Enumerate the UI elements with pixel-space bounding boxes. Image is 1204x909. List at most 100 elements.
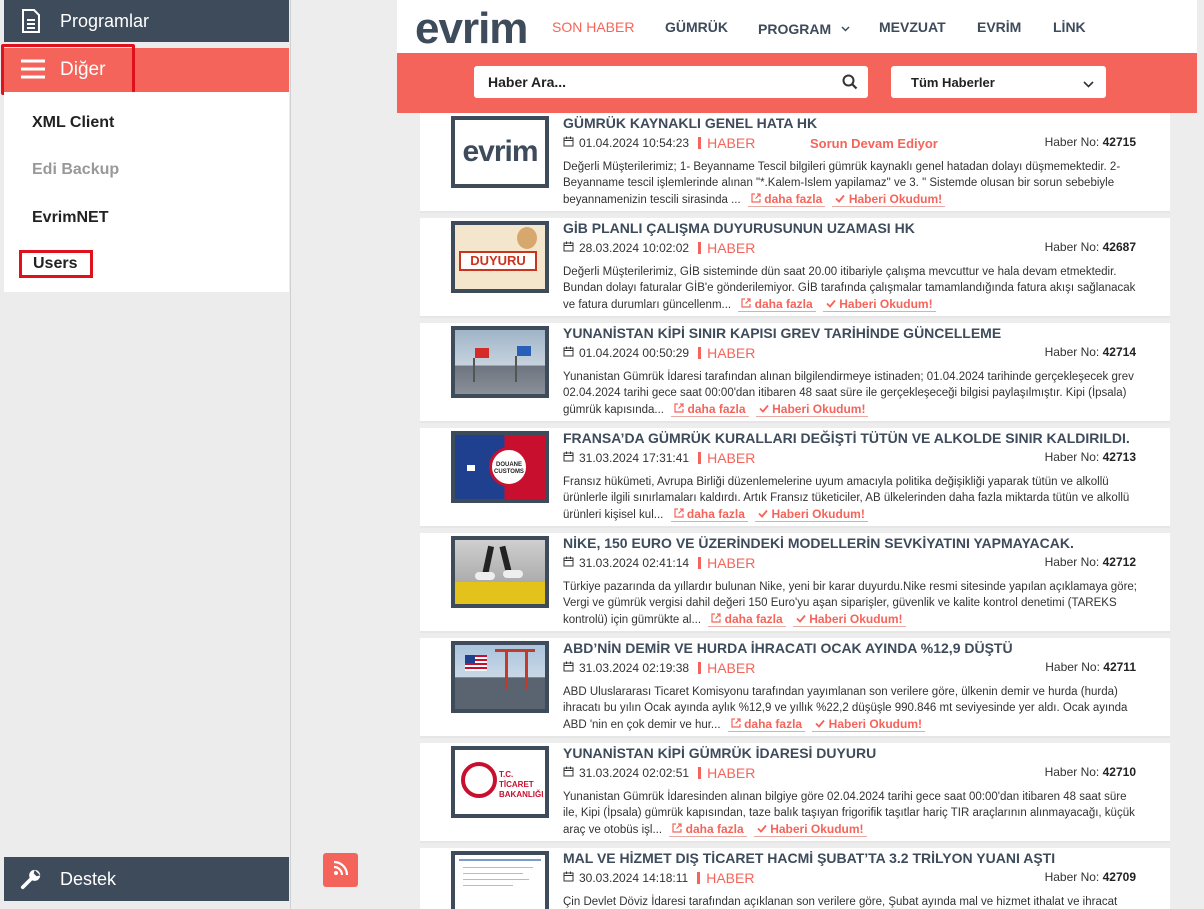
mark-read-link[interactable]: Haberi Okudum! xyxy=(822,297,936,312)
news-summary: Yunanistan Gümrük İdaresi tarafından alı… xyxy=(563,369,1138,418)
news-kind: HABER xyxy=(707,135,756,151)
read-more-link[interactable]: daha fazla xyxy=(738,297,816,312)
sidebar-destek-label: Destek xyxy=(60,868,117,889)
mark-read-link[interactable]: Haberi Okudum! xyxy=(755,507,868,522)
news-number-label: Haber No: xyxy=(1044,345,1100,359)
news-number: Haber No: 42709 xyxy=(1045,870,1136,884)
mark-read-link[interactable]: Haberi Okudum! xyxy=(792,612,906,627)
news-title[interactable]: GİB PLANLI ÇALIŞMA DUYURUSUNUN UZAMASI H… xyxy=(563,220,915,236)
news-title[interactable]: YUNANİSTAN KİPİ SINIR KAPISI GREV TARİHİ… xyxy=(563,325,1001,341)
news-meta: 31.03.2024 02:19:38 HABER xyxy=(563,660,755,676)
sidebar-diger[interactable]: Diğer xyxy=(1,44,289,95)
news-summary: Yunanistan Gümrük İdaresinden alınan bil… xyxy=(563,789,1138,838)
news-number-label: Haber No: xyxy=(1044,450,1100,464)
sidebar-item-edi-backup[interactable]: Edi Backup xyxy=(32,161,119,179)
mark-read-link[interactable]: Haberi Okudum! xyxy=(812,717,926,732)
news-thumbnail[interactable]: evrim xyxy=(451,116,549,188)
nav-gumruk[interactable]: GÜMRÜK xyxy=(665,19,728,35)
read-more-link[interactable]: daha fazla xyxy=(708,612,786,627)
news-kind: HABER xyxy=(707,345,756,361)
nav-mevzuat[interactable]: MEVZUAT xyxy=(879,19,946,35)
read-more-link[interactable]: daha fazla xyxy=(671,402,749,417)
news-number-value: 42714 xyxy=(1102,345,1136,359)
news-date: 01.04.2024 00:50:29 xyxy=(579,346,690,360)
read-more-link[interactable]: daha fazla xyxy=(727,717,806,732)
news-summary: Fransız hükümeti, Avrupa Birliği düzenle… xyxy=(563,474,1138,523)
sidebar-item-users[interactable]: Users xyxy=(19,250,93,278)
news-kind: HABER xyxy=(706,870,755,886)
calendar-icon xyxy=(563,346,574,360)
news-number-label: Haber No: xyxy=(1044,555,1100,569)
news-item: MAL VE HİZMET DIŞ TİCARET HACMİ ŞUBAT’TA… xyxy=(420,848,1170,909)
news-title[interactable]: FRANSA’DA GÜMRÜK KURALLARI DEĞİŞTİ TÜTÜN… xyxy=(563,430,1130,446)
news-summary: Türkiye pazarında da yıllardır bulunan N… xyxy=(563,579,1138,628)
sidebar-item-evrimnet[interactable]: EvrimNET xyxy=(32,209,108,227)
news-date: 30.03.2024 14:18:11 xyxy=(579,871,689,885)
read-more-label: daha fazla xyxy=(685,822,744,836)
read-more-label: daha fazla xyxy=(764,192,823,206)
news-meta: 30.03.2024 14:18:11 HABER xyxy=(563,870,754,886)
news-filter-value: Tüm Haberler xyxy=(911,75,995,90)
read-more-label: daha fazla xyxy=(686,507,745,521)
news-filter-select[interactable]: Tüm Haberler xyxy=(891,66,1106,98)
news-summary: ABD Uluslararası Ticaret Komisyonu taraf… xyxy=(563,684,1138,733)
rss-button[interactable] xyxy=(323,853,358,887)
mark-read-link[interactable]: Haberi Okudum! xyxy=(753,822,867,837)
news-item: NİKE, 150 EURO VE ÜZERİNDEKİ MODELLERİN … xyxy=(420,533,1170,633)
news-number-value: 42715 xyxy=(1102,135,1136,149)
news-number-label: Haber No: xyxy=(1044,135,1100,149)
news-date: 31.03.2024 02:41:14 xyxy=(579,556,690,570)
mark-read-label: Haberi Okudum! xyxy=(809,612,903,626)
news-meta: 31.03.2024 02:02:51 HABER xyxy=(563,765,755,781)
news-number-value: 42711 xyxy=(1103,660,1136,674)
calendar-icon xyxy=(563,871,574,885)
news-thumbnail[interactable]: DOUANE CUSTOMS xyxy=(451,431,549,503)
read-more-link[interactable]: daha fazla xyxy=(670,507,748,522)
chevron-down-icon xyxy=(1083,76,1094,91)
thumb-ticaret-text: T.C. TİCARET BAKANLIĞI xyxy=(499,770,544,799)
news-meta: 01.04.2024 10:54:23 HABER xyxy=(563,135,755,151)
news-number: Haber No: 42710 xyxy=(1045,765,1136,779)
news-thumbnail[interactable] xyxy=(451,326,549,398)
news-thumbnail[interactable] xyxy=(451,851,549,909)
read-more-link[interactable]: daha fazla xyxy=(669,822,747,837)
sidebar: Programlar Diğer XML Client Edi Backup E… xyxy=(0,0,291,909)
rss-icon xyxy=(333,860,349,881)
sidebar-destek[interactable]: Destek xyxy=(4,857,289,901)
read-more-label: daha fazla xyxy=(687,402,746,416)
chevron-down-icon xyxy=(841,19,850,35)
news-title[interactable]: GÜMRÜK KAYNAKLI GENEL HATA HK xyxy=(563,115,817,131)
news-number: Haber No: 42687 xyxy=(1045,240,1136,254)
check-icon xyxy=(835,194,846,203)
nav-evrim[interactable]: EVRİM xyxy=(977,19,1021,35)
search-icon[interactable] xyxy=(842,74,858,90)
news-number-label: Haber No: xyxy=(1045,660,1100,674)
nav-program[interactable]: PROGRAM xyxy=(758,19,850,37)
read-more-label: daha fazla xyxy=(754,297,813,311)
sidebar-item-xml-client[interactable]: XML Client xyxy=(32,114,114,132)
calendar-icon xyxy=(563,556,574,570)
external-link-icon xyxy=(741,298,751,308)
mark-read-link[interactable]: Haberi Okudum! xyxy=(755,402,869,417)
news-thumbnail[interactable]: DUYURU xyxy=(451,221,549,293)
nav-son-haber[interactable]: SON HABER xyxy=(552,19,634,35)
read-more-link[interactable]: daha fazla xyxy=(747,192,826,207)
news-title[interactable]: NİKE, 150 EURO VE ÜZERİNDEKİ MODELLERİN … xyxy=(563,535,1074,551)
calendar-icon xyxy=(563,241,574,255)
news-title[interactable]: ABD’NİN DEMİR VE HURDA İHRACATI OCAK AYI… xyxy=(563,640,1013,656)
evrim-logo[interactable]: evrim xyxy=(415,4,528,54)
mark-read-link[interactable]: Haberi Okudum! xyxy=(832,192,946,207)
news-title[interactable]: YUNANİSTAN KİPİ GÜMRÜK İDARESİ DUYURU xyxy=(563,745,876,761)
news-date: 01.04.2024 10:54:23 xyxy=(579,136,690,150)
check-icon xyxy=(796,614,806,623)
news-item: YUNANİSTAN KİPİ SINIR KAPISI GREV TARİHİ… xyxy=(420,323,1170,423)
news-thumbnail[interactable] xyxy=(451,536,549,608)
nav-link[interactable]: LİNK xyxy=(1053,19,1086,35)
news-thumbnail[interactable] xyxy=(451,641,549,713)
divider xyxy=(698,767,702,779)
read-more-label: daha fazla xyxy=(744,717,803,731)
search-input[interactable] xyxy=(488,74,828,90)
news-title[interactable]: MAL VE HİZMET DIŞ TİCARET HACMİ ŞUBAT’TA… xyxy=(563,850,1055,866)
sidebar-programlar[interactable]: Programlar xyxy=(4,0,289,42)
news-thumbnail[interactable]: T.C. TİCARET BAKANLIĞI xyxy=(451,746,549,818)
